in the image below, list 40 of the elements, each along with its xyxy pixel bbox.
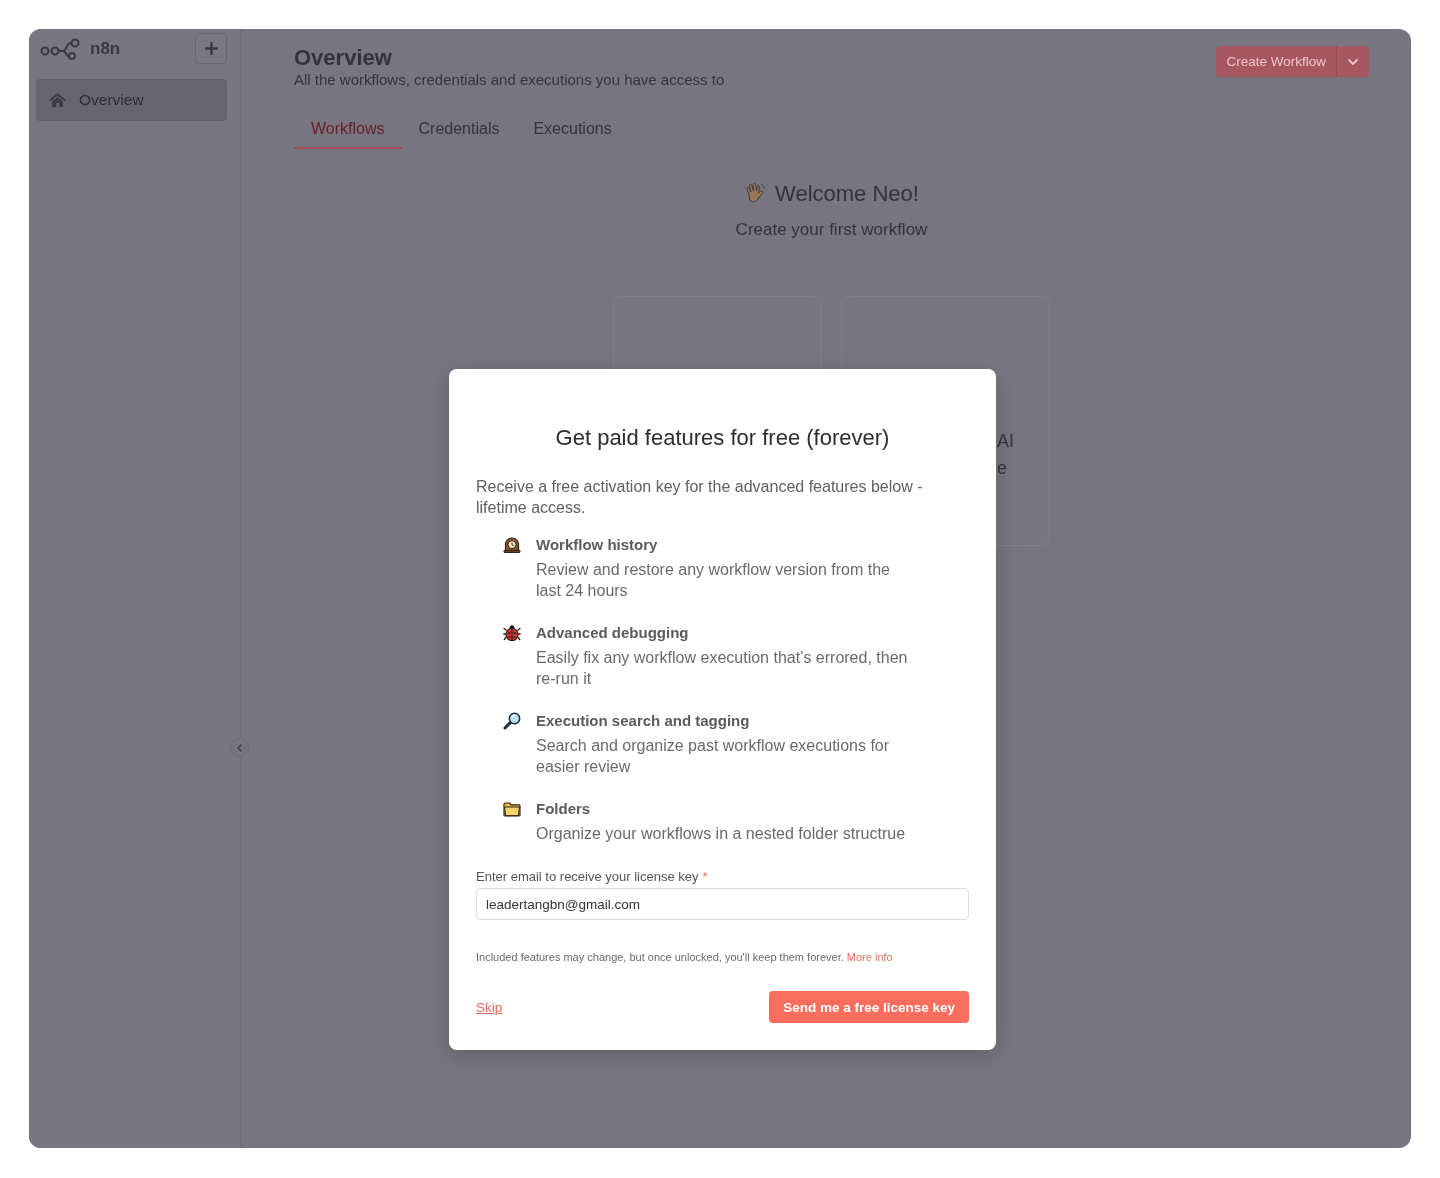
required-asterisk: * [702,868,708,885]
feature-description: Organize your workflows in a nested folder structrue [536,824,906,844]
create-workflow-button[interactable]: Create Workflow [1216,46,1337,77]
card-text: e [997,457,1007,480]
feature-title: Folders [536,799,591,819]
modal-title: Get paid features for free (forever) [554,424,891,452]
plus-icon [204,42,218,55]
feature-description: Easily fix any workflow execution that’s errored, then re-run it [536,648,909,689]
page-subtitle: All the workflows, credentials and executions you have access to [294,71,725,89]
send-license-key-button[interactable]: Send me a free license key [769,991,969,1023]
chevron-down-icon [1348,58,1358,65]
tab[interactable]: Credentials [401,111,517,149]
sidebar-item[interactable]: Overview [36,79,227,121]
sidebar-item-label: Overview [79,91,144,109]
welcome-subtitle: Create your first workflow [735,219,928,241]
feature-title: Advanced debugging [536,623,689,643]
mantel-clock-icon [503,537,521,553]
email-input[interactable]: leadertangbn@gmail.com [476,888,969,920]
feature-title: Execution search and tagging [536,711,750,731]
disclaimer-text: Included features may change, but once unlocked, you'll keep them forever. More info [476,950,893,964]
welcome-title: Welcome Neo! [775,181,919,207]
add-button[interactable] [195,33,227,64]
logo-text: n8n [90,38,121,59]
page-title: Overview [294,45,392,71]
more-info-link[interactable]: More info [846,951,893,963]
skip-link[interactable]: Skip [476,999,503,1015]
magnifier-icon [503,712,521,730]
ladybug-icon [503,624,521,642]
email-label: Enter email to receive your license key [476,868,699,885]
feature-title: Workflow history [536,535,658,555]
card-text: AI [997,430,1014,453]
logo-icon [40,37,82,60]
folder-icon [503,801,521,817]
modal-intro: Receive a free activation key for the advanced features below - lifetime access. [476,477,924,518]
tab[interactable]: Workflows [294,111,402,149]
feature-description: Search and organize past workflow executions for easier review [536,736,891,777]
feature-description: Review and restore any workflow version from the last 24 hours [536,560,891,601]
house-icon [49,93,66,107]
tab[interactable]: Executions [516,111,629,149]
chevron-left-icon [237,743,242,752]
